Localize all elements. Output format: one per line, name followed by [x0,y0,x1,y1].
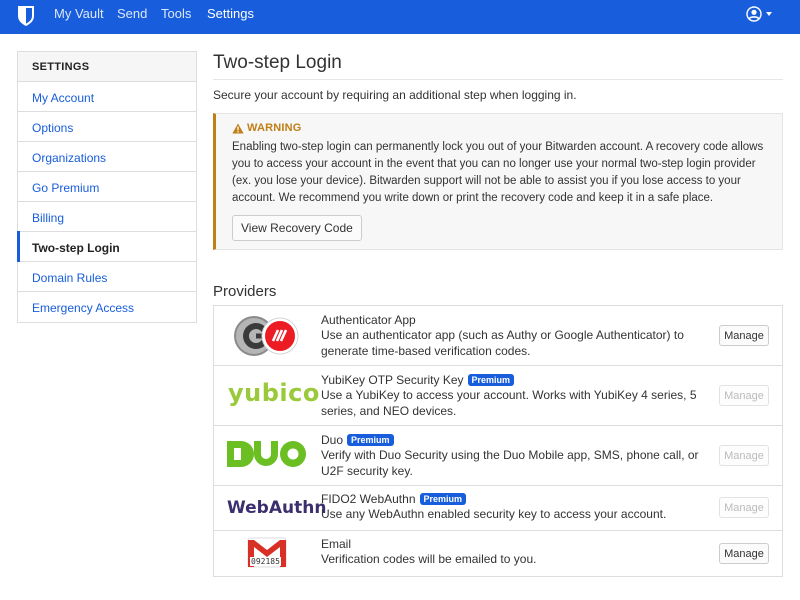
provider-name-label: YubiKey OTP Security Key [321,373,464,387]
sidebar-header: SETTINGS [18,52,196,82]
yubico-logo: yubico [228,379,320,407]
provider-name-label: Duo [321,433,344,447]
settings-sidebar: SETTINGS My Account Options Organization… [17,51,197,323]
warning-triangle-icon [232,123,244,133]
provider-name: YubiKey OTP Security Key Premium [321,373,515,387]
premium-badge: Premium [419,493,467,505]
provider-description: Verify with Duo Security using the Duo M… [321,448,699,478]
webauthn-logo: WebAuthn [227,498,327,518]
provider-description: Verification codes will be emailed to yo… [321,552,537,566]
bitwarden-logo-icon[interactable] [17,5,35,27]
sidebar-item-options[interactable]: Options [18,112,196,142]
chevron-down-icon [766,12,772,16]
sidebar-item-organizations[interactable]: Organizations [18,142,196,172]
user-menu[interactable] [746,6,772,22]
top-navbar: My Vault Send Tools Settings [0,0,800,34]
warning-heading: WARNING [232,122,768,134]
provider-name: Duo Premium [321,433,394,447]
authenticator-app-logo-icon [234,316,299,356]
duo-logo [227,441,306,467]
page-title: Two-step Login [213,52,342,73]
provider-email: 092185 Email Verification codes will be … [214,531,782,576]
manage-webauthn-button[interactable]: Manage [719,497,769,518]
manage-email-button[interactable]: Manage [719,543,769,564]
sidebar-item-two-step-login[interactable]: Two-step Login [17,231,196,262]
nav-tools[interactable]: Tools [161,6,191,21]
providers-heading: Providers [213,283,277,300]
provider-webauthn: WebAuthn FIDO2 WebAuthn Premium Use any … [214,486,782,531]
nav-my-vault[interactable]: My Vault [54,6,104,21]
view-recovery-code-button[interactable]: View Recovery Code [232,215,362,241]
provider-duo: Duo Premium Verify with Duo Security usi… [214,426,782,486]
provider-name: Authenticator App [321,313,416,327]
provider-name-label: FIDO2 WebAuthn [321,492,416,506]
sidebar-item-emergency-access[interactable]: Emergency Access [18,292,196,322]
provider-description: Use a YubiKey to access your account. Wo… [321,388,697,418]
provider-name: FIDO2 WebAuthn Premium [321,492,467,506]
nav-send[interactable]: Send [117,6,147,21]
sidebar-item-domain-rules[interactable]: Domain Rules [18,262,196,292]
manage-authenticator-app-button[interactable]: Manage [719,325,769,346]
sidebar-item-go-premium[interactable]: Go Premium [18,172,196,202]
providers-list: Authenticator App Use an authenticator a… [213,305,783,577]
warning-title: WARNING [247,122,302,134]
premium-badge: Premium [347,434,394,446]
premium-badge: Premium [467,374,515,386]
provider-description: Use any WebAuthn enabled security key to… [321,507,667,521]
sidebar-item-my-account[interactable]: My Account [18,82,196,112]
warning-callout: WARNING Enabling two-step login can perm… [213,113,783,250]
email-code-label: 092185 [250,557,281,566]
nav-settings[interactable]: Settings [207,6,254,21]
manage-yubikey-button[interactable]: Manage [719,385,769,406]
sidebar-item-billing[interactable]: Billing [18,202,196,232]
provider-yubikey: yubico YubiKey OTP Security Key Premium … [214,366,782,426]
warning-text: Enabling two-step login can permanently … [232,141,764,204]
manage-duo-button[interactable]: Manage [719,445,769,466]
provider-authenticator-app: Authenticator App Use an authenticator a… [214,306,782,366]
provider-description: Use an authenticator app (such as Authy … [321,328,684,358]
title-divider [213,79,783,80]
user-avatar-icon [746,6,762,22]
page-subtitle: Secure your account by requiring an addi… [213,88,577,102]
provider-name: Email [321,537,352,551]
